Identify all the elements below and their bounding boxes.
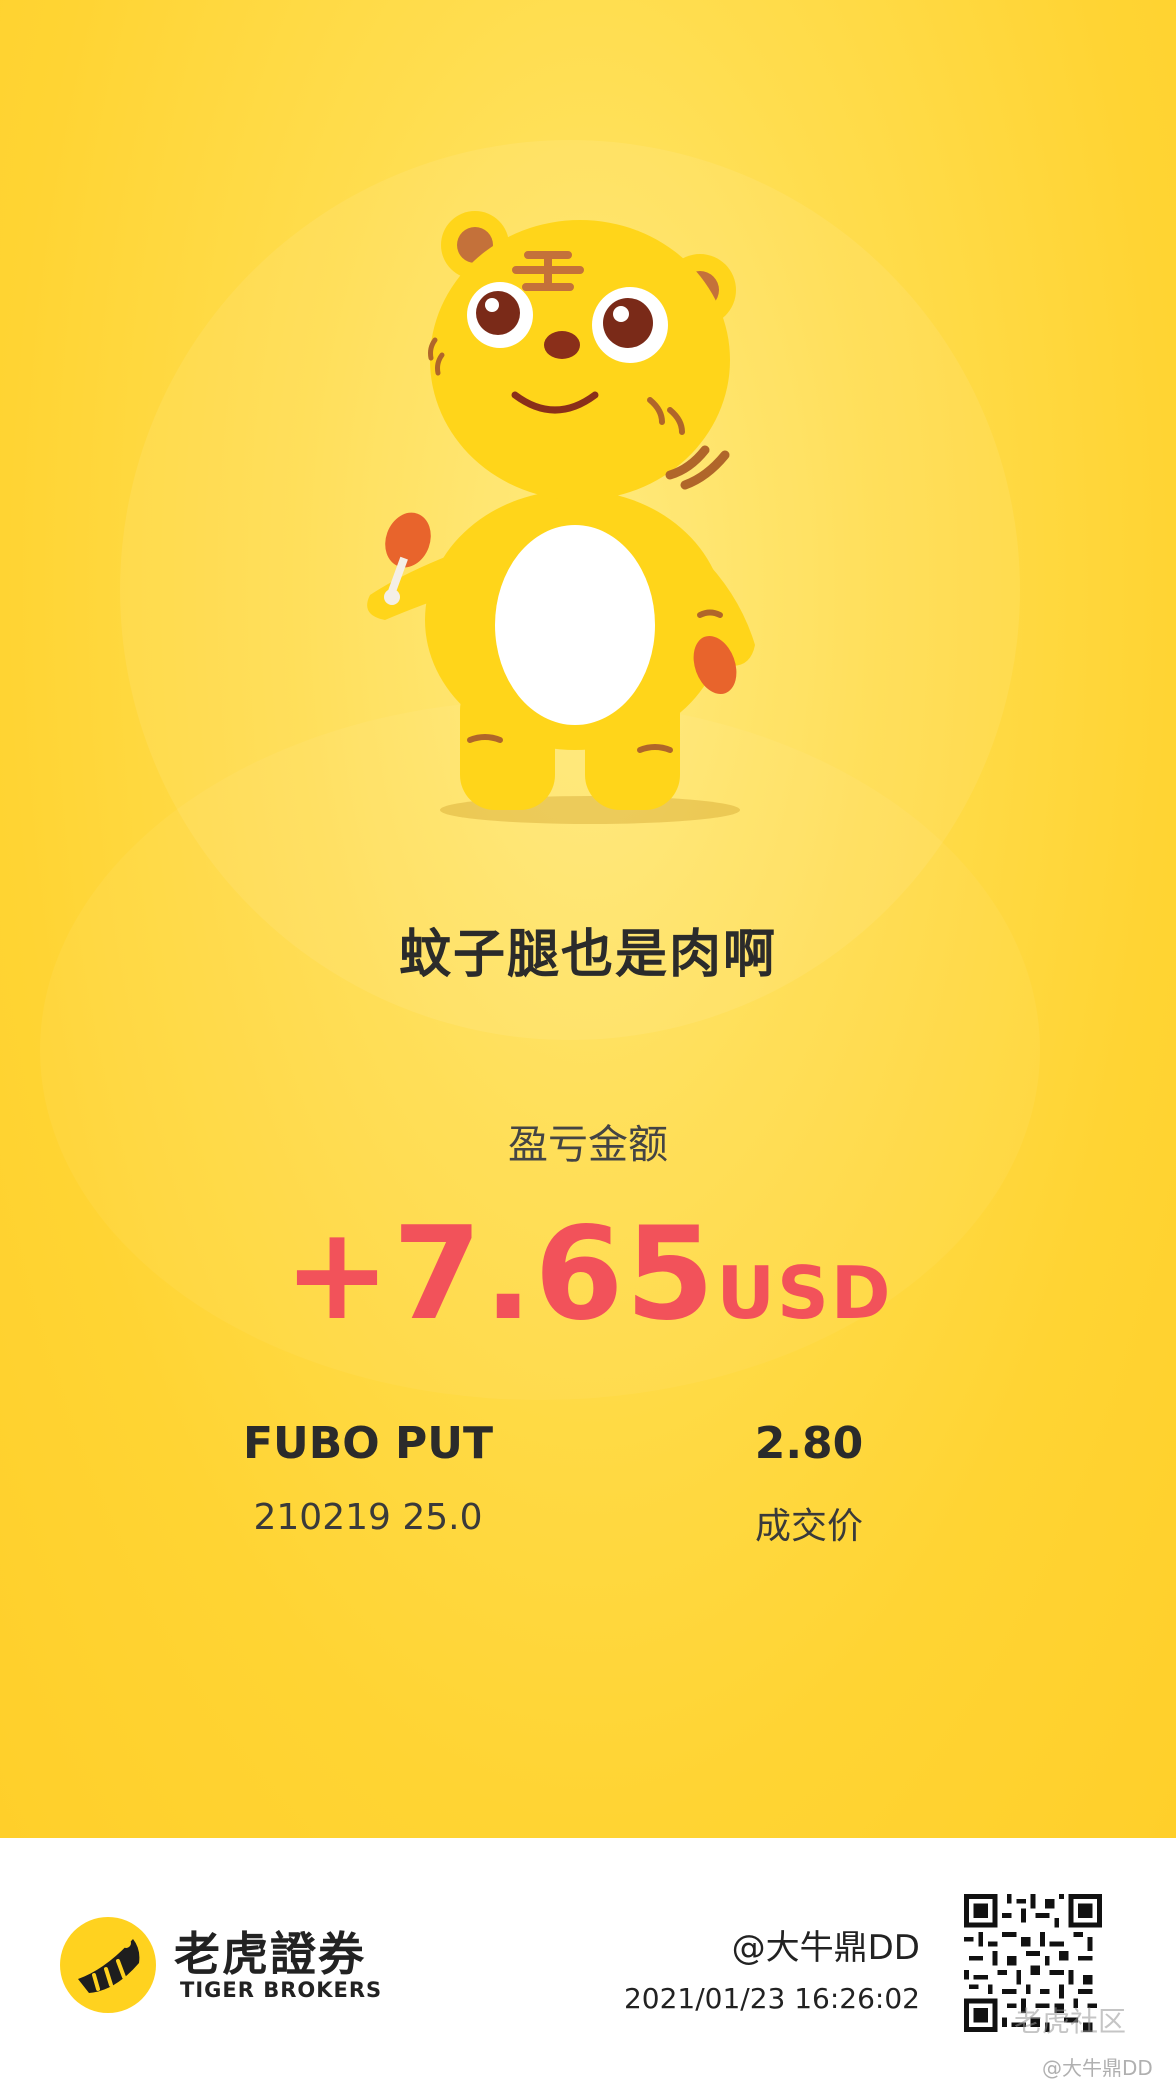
trade-price-label: 成交价 <box>754 1506 863 1547</box>
pnl-amount: +7.65 <box>283 1200 717 1349</box>
tiger-mascot-icon <box>367 211 755 824</box>
pnl-label: 盈亏金额 <box>508 1122 668 1168</box>
brand-name-cn: 老虎證券 <box>174 1927 366 1981</box>
headline: 蚊子腿也是肉啊 <box>398 925 777 985</box>
footer: 老虎證券 TIGER BROKERS @大牛鼎DD 2021/01/23 16:… <box>0 1838 1176 2091</box>
trade-symbol-block: FUBO PUT 210219 25.0 <box>218 1418 518 1538</box>
username: @大牛鼎DD <box>731 1928 920 1968</box>
timestamp: 2021/01/23 16:26:02 <box>623 1982 920 2015</box>
share-card: 蚊子腿也是肉啊 盈亏金额 +7.65USD FUBO PUT 210219 25… <box>0 0 1176 1838</box>
trade-price: 2.80 <box>754 1418 864 1469</box>
trade-symbol: FUBO PUT <box>242 1418 494 1469</box>
pnl-currency: USD <box>716 1251 893 1335</box>
brand-name-en: TIGER BROKERS <box>180 1978 383 2002</box>
trade-contract: 210219 25.0 <box>253 1497 483 1538</box>
tiger-logo-icon <box>60 1917 156 2013</box>
watermark: 老虎社区 <box>1014 2005 1127 2038</box>
pnl-value: +7.65USD <box>0 1200 1176 1349</box>
trade-price-block: 2.80 成交价 <box>709 1418 909 1549</box>
watermark-user: @大牛鼎DD <box>1042 2056 1153 2080</box>
